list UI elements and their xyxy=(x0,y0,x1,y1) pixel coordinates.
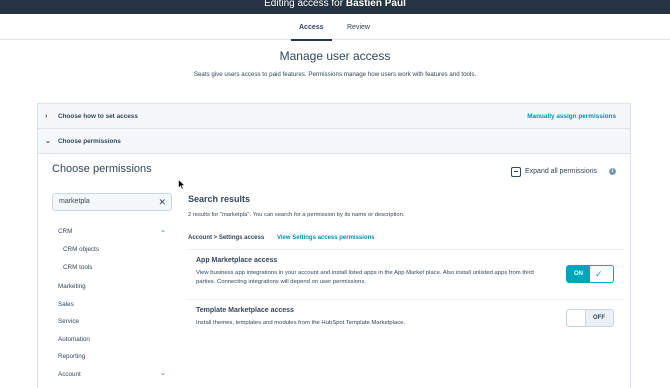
expand-all-label: Expand all permissions xyxy=(525,168,597,175)
breadcrumb: Account > Settings access xyxy=(188,235,265,241)
permission-card-app-marketplace: App Marketplace access View business app… xyxy=(188,249,624,295)
choose-permissions-title: Choose permissions xyxy=(52,163,152,175)
tab-bar: Access Review xyxy=(0,14,670,41)
tab-review[interactable]: Review xyxy=(347,14,370,40)
accordion-set-access[interactable]: › Choose how to set access Manually assi… xyxy=(38,104,630,129)
toggle-off-label: OFF xyxy=(593,315,605,321)
mouse-cursor-icon xyxy=(178,179,186,190)
chevron-right-icon: › xyxy=(45,113,48,120)
title-user: Bastien Paul xyxy=(345,0,406,9)
permission-description: View business app integrations in your a… xyxy=(196,270,534,285)
chevron-down-icon[interactable]: ⌄ xyxy=(160,226,166,234)
tab-access[interactable]: Access xyxy=(291,14,331,41)
search-results-title: Search results xyxy=(188,194,251,204)
page-subtitle: Seats give users access to paid features… xyxy=(193,71,477,78)
nav-item-crm[interactable]: CRM xyxy=(58,228,72,235)
app-marketplace-toggle[interactable]: ON ✓ xyxy=(566,265,614,283)
title-bar: Editing access for Bastien Paul xyxy=(0,0,670,14)
permission-card-template-marketplace: Template Marketplace access Install them… xyxy=(188,299,624,339)
accordion-choose-permissions-label: Choose permissions xyxy=(58,138,121,145)
nav-item-service[interactable]: Service xyxy=(58,318,79,325)
check-icon: ✓ xyxy=(595,269,603,279)
nav-item-marketing[interactable]: Marketing xyxy=(58,283,86,290)
chevron-down-icon[interactable]: ⌄ xyxy=(160,369,166,377)
manually-assign-permissions-link[interactable]: Manually assign permissions xyxy=(527,104,616,129)
search-value: marketpla xyxy=(59,198,90,205)
permission-search-input[interactable]: marketpla ✕ xyxy=(52,193,172,211)
view-settings-access-link[interactable]: View Settings access permissions xyxy=(277,235,375,241)
expand-checkbox[interactable] xyxy=(511,167,521,177)
info-icon[interactable]: i xyxy=(609,168,616,175)
toggle-on-label: ON xyxy=(567,266,590,282)
accordion-set-access-label: Choose how to set access xyxy=(58,113,138,120)
nav-item-account[interactable]: Account xyxy=(58,371,81,378)
nav-item-crm-objects[interactable]: CRM objects xyxy=(63,246,99,253)
template-marketplace-toggle[interactable]: OFF xyxy=(566,309,614,327)
permission-title: Template Marketplace access xyxy=(196,307,294,314)
nav-item-crm-tools[interactable]: CRM tools xyxy=(63,264,92,271)
permissions-panel: › Choose how to set access Manually assi… xyxy=(37,103,631,388)
toggle-knob xyxy=(567,310,586,326)
close-icon[interactable]: ✕ xyxy=(158,194,166,210)
nav-item-automation[interactable]: Automation xyxy=(58,336,90,343)
permission-title: App Marketplace access xyxy=(196,257,278,264)
nav-item-sales[interactable]: Sales xyxy=(58,301,74,308)
permission-description: Install themes, templates and modules fr… xyxy=(196,320,406,326)
accordion-choose-permissions[interactable]: ⌄ Choose permissions xyxy=(38,129,630,154)
page-title: Manage user access xyxy=(279,49,391,63)
nav-item-reporting[interactable]: Reporting xyxy=(58,353,85,360)
search-results-count: 2 results for "marketpla". You can searc… xyxy=(188,212,405,218)
chevron-down-icon: ⌄ xyxy=(45,138,51,145)
title-prefix: Editing access for xyxy=(264,0,346,9)
